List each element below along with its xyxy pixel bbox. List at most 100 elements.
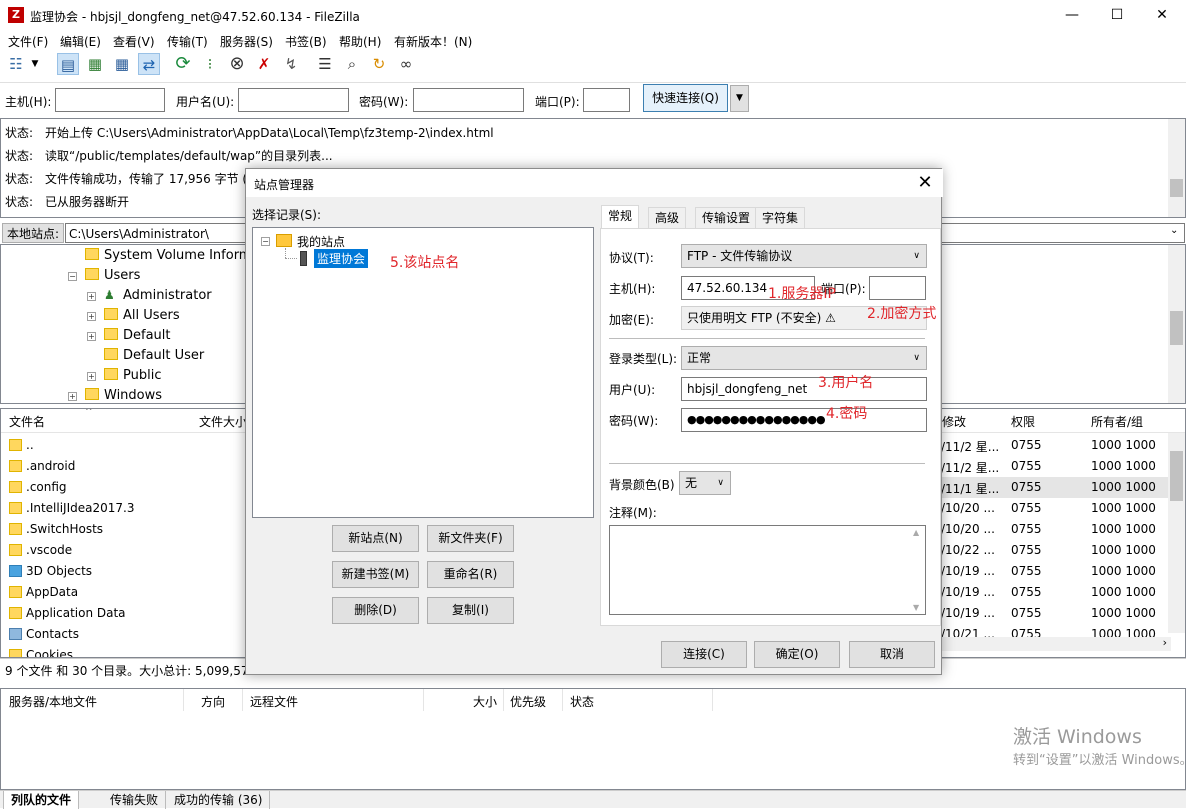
background-color-select[interactable]: 无 ∨ <box>679 471 731 495</box>
menu-view[interactable]: 查看(V) <box>113 33 155 50</box>
column-header-owner[interactable]: 所有者/组 <box>1091 413 1143 430</box>
remote-hscrollbar[interactable]: › <box>941 636 1171 651</box>
queue-header-size[interactable]: 大小 <box>473 693 497 710</box>
tree-node-windows[interactable]: Windows <box>85 388 162 403</box>
column-header-filename[interactable]: 文件名 <box>9 413 45 430</box>
new-folder-button[interactable]: 新文件夹(F) <box>427 525 514 552</box>
quickconnect-dropdown-icon[interactable]: ▼ <box>730 85 749 112</box>
tab-charset[interactable]: 字符集 <box>755 207 806 229</box>
connect-button[interactable]: 连接(C) <box>661 641 747 668</box>
quick-port-input[interactable] <box>583 88 630 112</box>
tree-site-selected[interactable]: 监理协会 <box>314 249 369 268</box>
copy-button[interactable]: 复制(I) <box>427 597 514 624</box>
search-files-icon[interactable]: ⌕ <box>341 53 363 75</box>
sync-browse-icon[interactable]: ↻ <box>368 53 390 75</box>
new-bookmark-button[interactable]: 新建书签(M) <box>332 561 419 588</box>
column-header-permissions[interactable]: 权限 <box>1011 413 1035 430</box>
toggle-remote-tree-icon[interactable]: ▦ <box>111 53 133 75</box>
user-input[interactable]: hbjsjl_dongfeng_net <box>681 377 927 401</box>
disconnect-icon[interactable]: ✗ <box>253 53 275 75</box>
remote-file-row[interactable]: /10/19 ... 0755 1000 1000 <box>941 603 1171 624</box>
tree-node-users[interactable]: Users <box>85 268 140 283</box>
quickconnect-button[interactable]: 快速连接(Q) <box>643 84 728 112</box>
column-header-filesize[interactable]: 文件大小 <box>199 413 247 430</box>
dropdown-arrow-icon[interactable]: ▼ <box>28 53 42 75</box>
remote-file-row[interactable]: /11/2 星... 0755 1000 1000 <box>941 435 1171 456</box>
filter-icon[interactable]: ☰ <box>314 53 336 75</box>
tree-expander-icon[interactable]: − <box>68 272 77 281</box>
remote-file-row[interactable]: /10/20 ... 0755 1000 1000 <box>941 519 1171 540</box>
close-window-button[interactable]: ✕ <box>1139 0 1185 30</box>
quick-host-input[interactable] <box>55 88 165 112</box>
tree-node-public[interactable]: Public <box>104 368 161 383</box>
toggle-log-icon[interactable]: ▤ <box>57 53 79 75</box>
folder-icon <box>85 388 99 400</box>
tree-root-my-sites[interactable]: 我的站点 <box>297 233 345 250</box>
ok-button[interactable]: 确定(O) <box>754 641 840 668</box>
log-scrollbar[interactable] <box>1168 119 1185 217</box>
menu-transfer[interactable]: 传输(T) <box>167 33 208 50</box>
tree-node-administrator[interactable]: ♟ Administrator <box>104 288 212 303</box>
cancel-icon[interactable]: ⊗ <box>226 53 248 75</box>
rename-button[interactable]: 重命名(R) <box>427 561 514 588</box>
remote-file-row[interactable]: /10/19 ... 0755 1000 1000 <box>941 582 1171 603</box>
queue-header-priority[interactable]: 优先级 <box>510 693 546 710</box>
tab-transfer-settings[interactable]: 传输设置 <box>695 207 758 229</box>
menu-bookmarks[interactable]: 书签(B) <box>285 33 327 50</box>
protocol-select[interactable]: FTP - 文件传输协议 ∨ <box>681 244 927 268</box>
tab-successful-transfers[interactable]: 成功的传输 (36) <box>167 791 271 809</box>
site-manager-icon[interactable]: ☷ <box>5 53 27 75</box>
dialog-close-button[interactable]: ✕ <box>913 171 937 195</box>
quick-user-input[interactable] <box>238 88 349 112</box>
tree-expander-icon[interactable]: + <box>68 392 77 401</box>
password-input[interactable]: ●●●●●●●●●●●●●●●● <box>681 408 927 432</box>
queue-header-direction[interactable]: 方向 <box>201 693 225 710</box>
tree-node-default-user[interactable]: Default User <box>104 348 204 363</box>
menu-server[interactable]: 服务器(S) <box>220 33 273 50</box>
menu-help[interactable]: 帮助(H) <box>339 33 381 50</box>
tree-node-system-volume[interactable]: System Volume Informat <box>85 248 265 263</box>
queue-header-file[interactable]: 服务器/本地文件 <box>9 693 97 710</box>
queue-header-remote[interactable]: 远程文件 <box>250 693 298 710</box>
remote-file-row[interactable]: /10/22 ... 0755 1000 1000 <box>941 540 1171 561</box>
reconnect-icon[interactable]: ↯ <box>280 53 302 75</box>
remote-list-scrollbar[interactable] <box>1168 433 1185 633</box>
maximize-button[interactable]: ☐ <box>1094 0 1140 30</box>
tree-collapse-icon[interactable]: − <box>261 237 270 246</box>
new-site-button[interactable]: 新站点(N) <box>332 525 419 552</box>
quick-pass-input[interactable] <box>413 88 524 112</box>
remote-file-row[interactable]: /10/20 ... 0755 1000 1000 <box>941 498 1171 519</box>
tab-queued-files[interactable]: 列队的文件 <box>3 791 80 809</box>
tab-advanced[interactable]: 高级 <box>648 207 687 229</box>
tree-expander-icon[interactable]: + <box>87 372 96 381</box>
delete-button[interactable]: 删除(D) <box>332 597 419 624</box>
tree-scrollbar[interactable] <box>1168 245 1185 403</box>
local-path-dropdown-icon[interactable]: ⌄ <box>1170 225 1178 236</box>
login-type-select[interactable]: 正常 ∨ <box>681 346 927 370</box>
find-icon[interactable]: ∞ <box>395 53 417 75</box>
minimize-button[interactable]: — <box>1049 0 1095 30</box>
remote-file-row[interactable]: /11/1 星... 0755 1000 1000 <box>941 477 1171 498</box>
column-header-modified[interactable]: 修改 <box>942 413 966 430</box>
cancel-button[interactable]: 取消 <box>849 641 935 668</box>
comments-scrollbar[interactable]: ▲ ▼ <box>910 526 925 614</box>
remote-file-row[interactable]: /11/2 星... 0755 1000 1000 <box>941 456 1171 477</box>
queue-header-status[interactable]: 状态 <box>570 693 594 710</box>
comments-textarea[interactable]: ▲ ▼ <box>609 525 926 615</box>
tree-expander-icon[interactable]: + <box>87 332 96 341</box>
menu-edit[interactable]: 编辑(E) <box>60 33 101 50</box>
tab-failed-transfers[interactable]: 传输失败 <box>103 791 167 809</box>
tree-expander-icon[interactable]: + <box>87 292 96 301</box>
tree-node-all-users[interactable]: All Users <box>104 308 180 323</box>
tree-expander-icon[interactable]: + <box>87 312 96 321</box>
tab-general[interactable]: 常规 <box>601 205 640 229</box>
refresh-icon[interactable]: ⟳ <box>172 53 194 75</box>
tree-node-default[interactable]: Default <box>104 328 171 343</box>
process-queue-icon[interactable]: ⁝ <box>199 53 221 75</box>
toggle-queue-icon[interactable]: ⇄ <box>138 53 160 75</box>
remote-file-row[interactable]: /10/19 ... 0755 1000 1000 <box>941 561 1171 582</box>
port-input[interactable] <box>869 276 926 300</box>
menu-file[interactable]: 文件(F) <box>8 33 48 50</box>
toggle-local-tree-icon[interactable]: ▦ <box>84 53 106 75</box>
menu-new-version[interactable]: 有新版本！(N) <box>394 33 472 50</box>
